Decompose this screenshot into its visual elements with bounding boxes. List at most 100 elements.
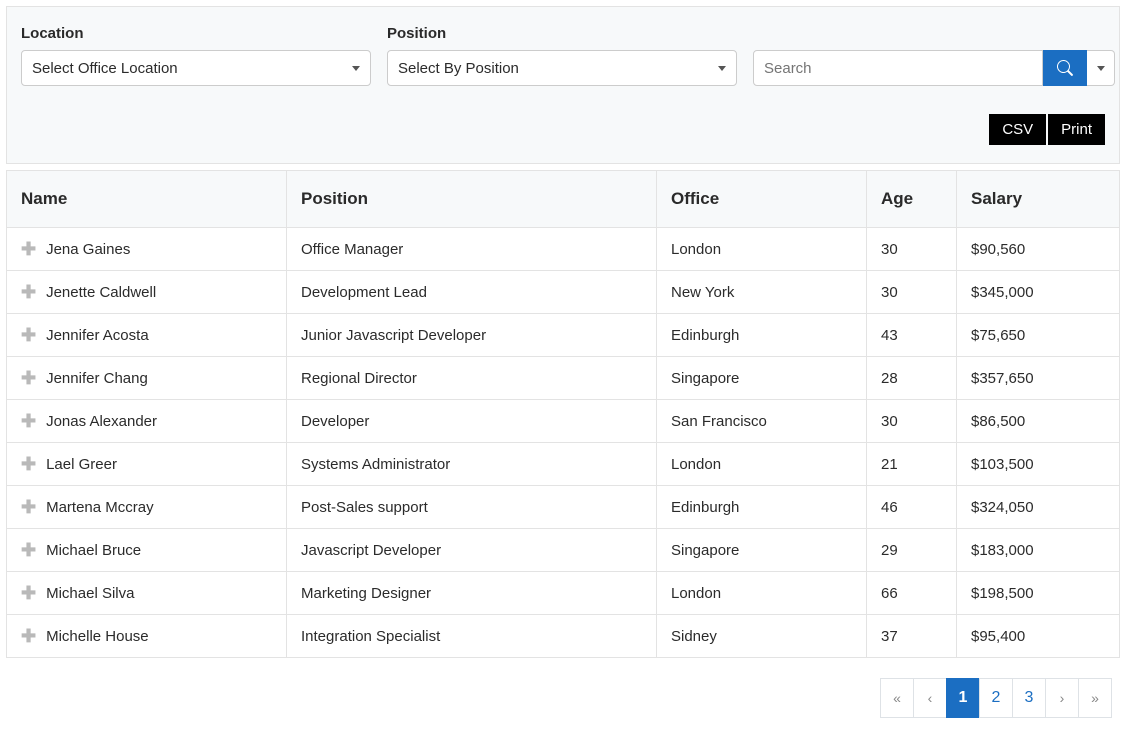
search-group [753, 50, 1115, 86]
expand-icon[interactable]: ✚ [21, 584, 36, 602]
cell-salary: $90,560 [957, 228, 1120, 271]
cell-age: 30 [867, 228, 957, 271]
cell-office: Singapore [657, 529, 867, 572]
name-text: Michelle House [46, 628, 149, 645]
col-name[interactable]: Name [7, 171, 287, 228]
table-row: ✚ Michael Silva Marketing DesignerLondon66… [7, 572, 1120, 615]
cell-salary: $198,500 [957, 572, 1120, 615]
expand-icon[interactable]: ✚ [21, 498, 36, 516]
table-body: ✚Jena GainesOffice ManagerLondon30$90,56… [7, 228, 1120, 658]
name-text: Jonas Alexander [46, 413, 157, 430]
position-label: Position [387, 25, 737, 42]
search-dropdown-toggle[interactable] [1087, 50, 1115, 86]
table-row: ✚Martena MccrayPost-Sales supportEdinbur… [7, 486, 1120, 529]
cell-salary: $345,000 [957, 271, 1120, 314]
position-select-value: Select By Position [398, 60, 519, 77]
cell-position: Javascript Developer [287, 529, 657, 572]
print-button[interactable]: Print [1048, 114, 1105, 145]
cell-office: Sidney [657, 615, 867, 658]
name-text: Michael Silva [46, 585, 134, 602]
cell-name: ✚ Jenette Caldwell [7, 271, 287, 314]
search-input[interactable] [753, 50, 1043, 86]
csv-button[interactable]: CSV [989, 114, 1046, 145]
cell-salary: $95,400 [957, 615, 1120, 658]
location-select[interactable]: Select Office Location [21, 50, 371, 86]
cell-position: Marketing Designer [287, 572, 657, 615]
position-filter-group: Position Select By Position [387, 25, 737, 86]
cell-office: London [657, 443, 867, 486]
cell-name: ✚ Jena Gaines [7, 228, 287, 271]
cell-office: Edinburgh [657, 314, 867, 357]
cell-age: 30 [867, 400, 957, 443]
cell-position: Regional Director [287, 357, 657, 400]
page-next[interactable]: › [1045, 678, 1079, 718]
name-text: Lael Greer [46, 456, 117, 473]
table-header: Name Position Office Age Salary [7, 171, 1120, 228]
cell-age: 43 [867, 314, 957, 357]
table-row: ✚ Jena Gaines Office ManagerLondon30$90,56… [7, 228, 1120, 271]
export-row: CSV Print [7, 104, 1119, 163]
cell-salary: $75,650 [957, 314, 1120, 357]
col-office[interactable]: Office [657, 171, 867, 228]
expand-icon[interactable]: ✚ [21, 326, 36, 344]
table-row: ✚ Jennifer Acosta Junior Javascript Develo… [7, 314, 1120, 357]
cell-name: ✚Martena Mccray [7, 486, 287, 529]
page-1[interactable]: 1 [946, 678, 980, 718]
col-age[interactable]: Age [867, 171, 957, 228]
expand-icon[interactable]: ✚ [21, 369, 36, 387]
col-position[interactable]: Position [287, 171, 657, 228]
name-text: Michael Bruce [46, 542, 141, 559]
col-salary[interactable]: Salary [957, 171, 1120, 228]
pagination: « ‹ 123 › » [0, 658, 1126, 742]
table-row: ✚ Michael Bruce Javascript DeveloperSingap… [7, 529, 1120, 572]
cell-age: 28 [867, 357, 957, 400]
name-text: Jennifer Acosta [46, 327, 149, 344]
cell-office: London [657, 228, 867, 271]
page-last[interactable]: » [1078, 678, 1112, 718]
cell-age: 37 [867, 615, 957, 658]
name-text: Jenette Caldwell [46, 284, 156, 301]
cell-office: London [657, 572, 867, 615]
position-select[interactable]: Select By Position [387, 50, 737, 86]
expand-icon[interactable]: ✚ [21, 627, 36, 645]
cell-salary: $86,500 [957, 400, 1120, 443]
table-row: ✚Michelle HouseIntegration SpecialistSid… [7, 615, 1120, 658]
cell-name: ✚ Lael Greer [7, 443, 287, 486]
search-button[interactable] [1043, 50, 1087, 86]
cell-position: Development Lead [287, 271, 657, 314]
expand-icon[interactable]: ✚ [21, 240, 36, 258]
location-filter-group: Location Select Office Location [21, 25, 371, 86]
data-table: Name Position Office Age Salary ✚ Jena Ga… [6, 170, 1120, 658]
page-prev[interactable]: ‹ [913, 678, 947, 718]
page-2[interactable]: 2 [979, 678, 1013, 718]
expand-icon[interactable]: ✚ [21, 412, 36, 430]
filter-panel: Location Select Office Location Position… [6, 6, 1120, 164]
name-text: Jennifer Chang [46, 370, 148, 387]
chevron-down-icon [352, 66, 360, 71]
page-first[interactable]: « [880, 678, 914, 718]
expand-icon[interactable]: ✚ [21, 541, 36, 559]
filter-bar: Location Select Office Location Position… [7, 7, 1119, 104]
search-icon [1057, 60, 1073, 76]
cell-salary: $183,000 [957, 529, 1120, 572]
cell-age: 46 [867, 486, 957, 529]
cell-office: San Francisco [657, 400, 867, 443]
chevron-down-icon [718, 66, 726, 71]
cell-name: ✚ Jennifer Chang [7, 357, 287, 400]
page-3[interactable]: 3 [1012, 678, 1046, 718]
cell-position: Developer [287, 400, 657, 443]
cell-age: 29 [867, 529, 957, 572]
cell-position: Systems Administrator [287, 443, 657, 486]
expand-icon[interactable]: ✚ [21, 455, 36, 473]
cell-salary: $357,650 [957, 357, 1120, 400]
expand-icon[interactable]: ✚ [21, 283, 36, 301]
cell-position: Junior Javascript Developer [287, 314, 657, 357]
table-row: ✚Lael GreerSystems AdministratorLondon21… [7, 443, 1120, 486]
cell-age: 66 [867, 572, 957, 615]
cell-position: Office Manager [287, 228, 657, 271]
location-label: Location [21, 25, 371, 42]
chevron-down-icon [1097, 66, 1105, 71]
name-text: Jena Gaines [46, 241, 130, 258]
cell-age: 30 [867, 271, 957, 314]
table-row: ✚Jennifer ChangRegional DirectorSingapor… [7, 357, 1120, 400]
